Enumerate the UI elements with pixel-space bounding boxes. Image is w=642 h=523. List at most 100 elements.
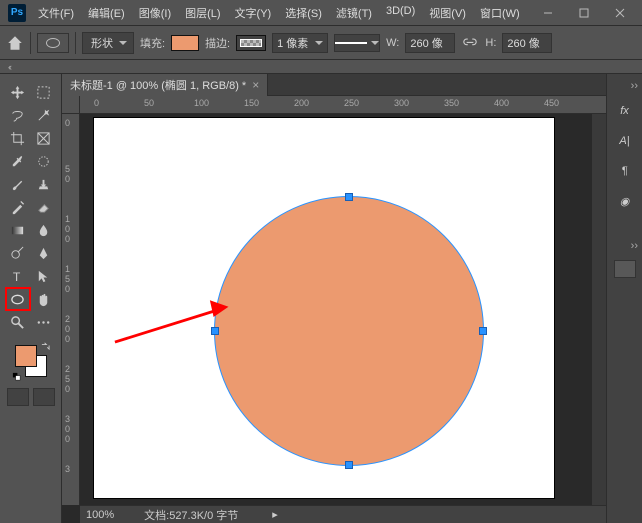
menu-window[interactable]: 窗口(W) — [474, 2, 526, 24]
home-icon[interactable] — [6, 34, 24, 52]
menu-image[interactable]: 图像(I) — [133, 2, 177, 24]
ruler-tick: 250 — [344, 98, 359, 108]
menu-view[interactable]: 视图(V) — [423, 2, 472, 24]
pen-tool[interactable] — [33, 243, 55, 263]
color-panel-icon[interactable]: ◉ — [613, 190, 637, 212]
quick-mask-icon[interactable] — [33, 388, 55, 406]
link-wh-icon[interactable] — [461, 34, 479, 52]
zoom-level[interactable]: 100% — [86, 509, 114, 521]
minimize-button[interactable] — [530, 3, 566, 23]
chevron-right-icon[interactable]: ›› — [631, 240, 638, 252]
lasso-tool[interactable] — [7, 105, 29, 125]
caret-down-icon — [119, 41, 127, 45]
right-panels-collapsed: ›› fx A| ¶ ◉ ›› — [606, 74, 642, 523]
standard-mode-icon[interactable] — [7, 388, 29, 406]
ruler-tick: 5 — [65, 164, 70, 174]
magic-wand-tool[interactable] — [33, 105, 55, 125]
document-tab[interactable]: 未标题-1 @ 100% (椭圆 1, RGB/8) * × — [62, 74, 268, 96]
default-colors-icon[interactable] — [12, 372, 21, 381]
width-value: 260 像 — [410, 35, 442, 51]
ruler-tick: 0 — [65, 284, 70, 294]
character-panel-icon[interactable]: A| — [613, 130, 637, 152]
path-select-tool[interactable] — [33, 266, 55, 286]
caret-down-icon — [315, 41, 323, 45]
stroke-style-dropdown[interactable] — [334, 34, 380, 52]
eyedropper-tool[interactable] — [7, 151, 29, 171]
transform-handle-left[interactable] — [211, 327, 219, 335]
color-picker[interactable] — [11, 341, 51, 381]
marquee-tool[interactable] — [33, 82, 55, 102]
ruler-tick: 0 — [65, 224, 70, 234]
horizontal-ruler[interactable]: 0 50 100 150 200 250 300 350 400 450 — [80, 96, 606, 114]
fill-color-swatch[interactable] — [171, 35, 199, 51]
styles-panel-icon[interactable]: fx — [613, 100, 637, 122]
swap-colors-icon[interactable] — [41, 341, 50, 350]
close-tab-icon[interactable]: × — [252, 78, 259, 92]
canvas-viewport[interactable] — [80, 114, 606, 505]
clone-stamp-tool[interactable] — [33, 174, 55, 194]
menu-3d[interactable]: 3D(D) — [380, 2, 421, 24]
menu-layer[interactable]: 图层(L) — [179, 2, 226, 24]
ruler-tick: 0 — [65, 334, 70, 344]
transform-handle-right[interactable] — [479, 327, 487, 335]
hand-tool[interactable] — [33, 289, 55, 309]
ruler-origin[interactable] — [62, 96, 80, 114]
menu-file[interactable]: 文件(F) — [32, 2, 80, 24]
ruler-tick: 0 — [65, 424, 70, 434]
vertical-scrollbar[interactable] — [592, 114, 606, 505]
ruler-tick: 1 — [65, 264, 70, 274]
blur-tool[interactable] — [33, 220, 55, 240]
menu-type[interactable]: 文字(Y) — [229, 2, 278, 24]
stroke-width-field[interactable]: 1 像素 — [272, 33, 328, 53]
vertical-ruler[interactable]: 0 5 0 1 0 0 1 5 0 2 0 0 2 5 0 3 0 0 3 — [62, 114, 80, 505]
paragraph-panel-icon[interactable]: ¶ — [613, 160, 637, 182]
close-button[interactable] — [602, 3, 638, 23]
edit-toolbar-icon[interactable] — [33, 312, 55, 332]
ruler-tick: 400 — [494, 98, 509, 108]
ellipse-shape[interactable] — [214, 196, 484, 466]
separator — [75, 32, 76, 54]
ruler-tick: 150 — [244, 98, 259, 108]
chevron-left-icon[interactable]: ‹‹ — [8, 62, 10, 72]
transform-handle-bottom[interactable] — [345, 461, 353, 469]
type-tool[interactable]: T — [7, 266, 29, 286]
stroke-color-swatch[interactable] — [236, 35, 266, 51]
menu-select[interactable]: 选择(S) — [279, 2, 328, 24]
svg-text:T: T — [13, 270, 21, 284]
gradient-tool[interactable] — [7, 220, 29, 240]
ruler-tick: 100 — [194, 98, 209, 108]
foreground-color-swatch[interactable] — [15, 345, 37, 367]
ellipse-tool[interactable] — [7, 289, 29, 309]
maximize-button[interactable] — [566, 3, 602, 23]
height-field[interactable]: 260 像 — [502, 33, 552, 53]
ruler-tick: 0 — [65, 118, 70, 128]
canvas[interactable] — [94, 118, 554, 498]
history-brush-tool[interactable] — [7, 197, 29, 217]
zoom-tool[interactable] — [7, 312, 29, 332]
crop-tool[interactable] — [7, 128, 29, 148]
frame-tool[interactable] — [33, 128, 55, 148]
width-field[interactable]: 260 像 — [405, 33, 455, 53]
eraser-tool[interactable] — [33, 197, 55, 217]
swatches-panel-icon[interactable] — [614, 260, 636, 278]
menu-edit[interactable]: 编辑(E) — [82, 2, 131, 24]
spot-heal-tool[interactable] — [33, 151, 55, 171]
move-tool[interactable] — [7, 82, 29, 102]
ruler-tick: 50 — [144, 98, 154, 108]
document-status[interactable]: 文档:527.3K/0 字节 — [144, 507, 238, 523]
chevron-right-icon[interactable]: ›› — [631, 80, 638, 92]
menu-filter[interactable]: 滤镜(T) — [330, 2, 378, 24]
stroke-width-value: 1 像素 — [277, 35, 308, 51]
tools-panel: T — [0, 74, 62, 523]
brush-tool[interactable] — [7, 174, 29, 194]
tool-preset-icon[interactable] — [37, 33, 69, 53]
dodge-tool[interactable] — [7, 243, 29, 263]
transform-handle-top[interactable] — [345, 193, 353, 201]
status-menu-icon[interactable]: ▸ — [272, 508, 278, 521]
shape-mode-dropdown[interactable]: 形状 — [82, 32, 134, 54]
options-bar: 形状 填充: 描边: 1 像素 W: 260 像 H: 260 像 — [0, 26, 642, 60]
ruler-tick: 5 — [65, 274, 70, 284]
ruler-tick: 2 — [65, 314, 70, 324]
main-menu: 文件(F) 编辑(E) 图像(I) 图层(L) 文字(Y) 选择(S) 滤镜(T… — [32, 2, 530, 24]
app-logo: Ps — [8, 4, 26, 22]
